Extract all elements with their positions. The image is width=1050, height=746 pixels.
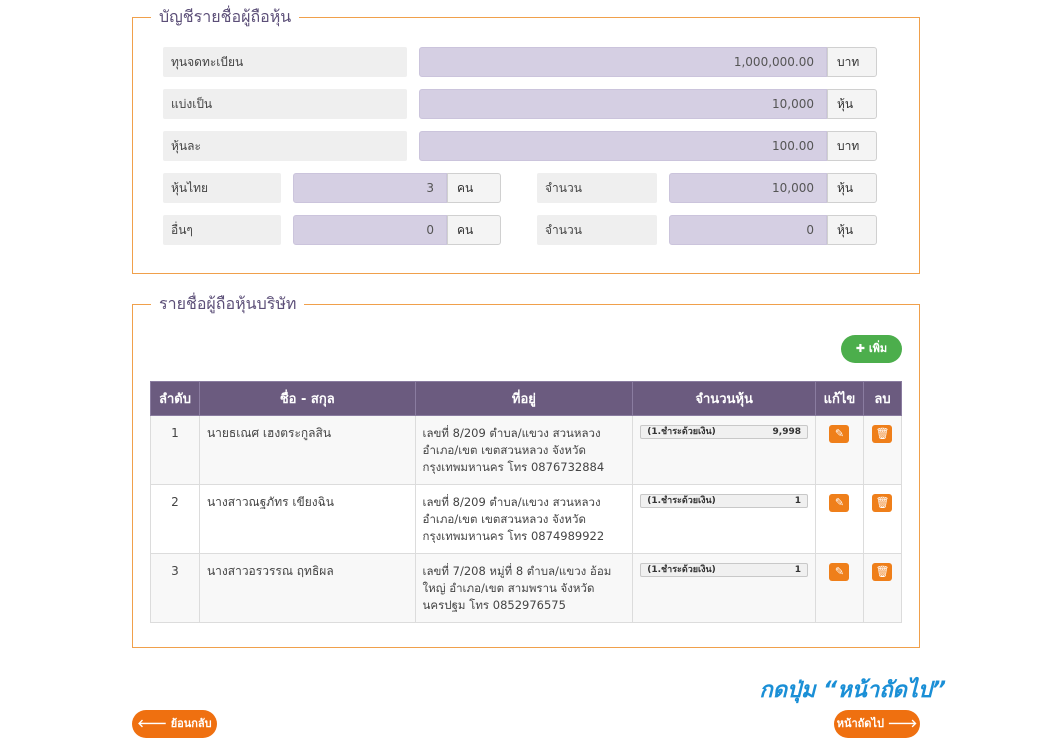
other-amount-label: จำนวน [537, 215, 657, 245]
per-share-field[interactable]: 100.00 [419, 131, 827, 161]
col-name: ชื่อ - สกุล [198, 381, 416, 416]
registered-capital-label: ทุนจดทะเบียน [163, 47, 407, 77]
company-holders-section: รายชื่อผู้ถือหุ้นบริษัท ✚ เพิ่ม ลำดับ ชื… [132, 294, 920, 648]
row-edit-cell: ✎ [815, 415, 864, 485]
thai-amount-unit: หุ้น [827, 173, 877, 203]
plus-icon: ✚ [855, 342, 866, 355]
share-type: (1.ชำระด้วยเงิน) [647, 565, 716, 575]
back-label: ย้อนกลับ [170, 717, 212, 730]
row-delete-cell: 🗑 [862, 484, 903, 554]
back-button[interactable]: 🡐 ย้อนกลับ [132, 710, 217, 738]
share-count: 1 [794, 496, 801, 506]
col-no: ลำดับ [150, 381, 200, 416]
row-address: เลขที่ 8/209 ตำบล/แขวง สวนหลวง อำเภอ/เขต… [414, 484, 634, 554]
divided-into-field[interactable]: 10,000 [419, 89, 827, 119]
share-count: 1 [794, 565, 801, 575]
share-type: (1.ชำระด้วยเงิน) [647, 427, 716, 437]
row-address: เลขที่ 7/208 หมู่ที่ 8 ตำบล/แขวง อ้อมใหญ… [414, 553, 634, 623]
edit-icon[interactable]: ✎ [829, 494, 850, 512]
thai-holders-label: หุ้นไทย [163, 173, 281, 203]
per-share-label: หุ้นละ [163, 131, 407, 161]
col-shares: จำนวนหุ้น [632, 381, 816, 416]
other-holders-field[interactable]: 0 [293, 215, 447, 245]
share-count: 9,998 [772, 427, 801, 437]
registered-capital-unit: บาท [827, 47, 877, 77]
share-box: (1.ชำระด้วยเงิน) 9,998 [640, 425, 808, 439]
next-label: หน้าถัดไป [836, 717, 884, 730]
row-name: นายธเณศ เฮงตระกูลสิน [198, 415, 416, 485]
section-title: รายชื่อผู้ถือหุ้นบริษัท [151, 294, 305, 314]
share-box: (1.ชำระด้วยเงิน) 1 [640, 563, 808, 577]
arrow-right-icon: 🡒 [887, 717, 918, 730]
other-holders-unit: คน [447, 215, 501, 245]
row-shares-cell: (1.ชำระด้วยเงิน) 9,998 [632, 415, 816, 485]
divided-into-unit: หุ้น [827, 89, 877, 119]
row-no: 1 [150, 415, 200, 485]
col-edit: แก้ไข [815, 381, 864, 416]
section-title: บัญชีรายชื่อผู้ถือหุ้น [151, 7, 300, 27]
per-share-unit: บาท [827, 131, 877, 161]
row-no: 2 [150, 484, 200, 554]
row-shares-cell: (1.ชำระด้วยเงิน) 1 [632, 553, 816, 623]
share-type: (1.ชำระด้วยเงิน) [647, 496, 716, 506]
row-delete-cell: 🗑 [862, 553, 903, 623]
shareholder-list-section: บัญชีรายชื่อผู้ถือหุ้น ทุนจดทะเบียน 1,00… [132, 7, 920, 274]
col-delete: ลบ [862, 381, 903, 416]
trash-icon[interactable]: 🗑 [872, 425, 893, 443]
other-holders-label: อื่นๆ [163, 215, 281, 245]
holders-table: ลำดับ ชื่อ - สกุล ที่อยู่ จำนวนหุ้น แก้ไ… [150, 381, 903, 623]
registered-capital-field[interactable]: 1,000,000.00 [419, 47, 827, 77]
thai-amount-field[interactable]: 10,000 [669, 173, 827, 203]
thai-amount-label: จำนวน [537, 173, 657, 203]
edit-icon[interactable]: ✎ [829, 425, 850, 443]
share-box: (1.ชำระด้วยเงิน) 1 [640, 494, 808, 508]
divided-into-label: แบ่งเป็น [163, 89, 407, 119]
row-address: เลขที่ 8/209 ตำบล/แขวง สวนหลวง อำเภอ/เขต… [414, 415, 634, 485]
trash-icon[interactable]: 🗑 [872, 494, 893, 512]
row-name: นางสาวอรวรรณ ฤทธิผล [198, 553, 416, 623]
table-row: 2 นางสาวณฐภัทร เขียงฉิน เลขที่ 8/209 ตำบ… [150, 484, 903, 554]
thai-holders-field[interactable]: 3 [293, 173, 447, 203]
arrow-left-icon: 🡐 [137, 717, 167, 730]
edit-icon[interactable]: ✎ [829, 563, 850, 581]
col-address: ที่อยู่ [414, 381, 634, 416]
add-label: เพิ่ม [868, 342, 888, 355]
table-header-row: ลำดับ ชื่อ - สกุล ที่อยู่ จำนวนหุ้น แก้ไ… [150, 381, 903, 416]
row-name: นางสาวณฐภัทร เขียงฉิน [198, 484, 416, 554]
next-button[interactable]: หน้าถัดไป 🡒 [834, 710, 920, 738]
row-edit-cell: ✎ [815, 553, 864, 623]
other-amount-field[interactable]: 0 [669, 215, 827, 245]
row-shares-cell: (1.ชำระด้วยเงิน) 1 [632, 484, 816, 554]
add-holder-button[interactable]: ✚ เพิ่ม [841, 335, 902, 363]
row-no: 3 [150, 553, 200, 623]
trash-icon[interactable]: 🗑 [872, 563, 893, 581]
table-row: 3 นางสาวอรวรรณ ฤทธิผล เลขที่ 7/208 หมู่ท… [150, 553, 903, 623]
table-row: 1 นายธเณศ เฮงตระกูลสิน เลขที่ 8/209 ตำบล… [150, 415, 903, 485]
row-delete-cell: 🗑 [862, 415, 903, 485]
thai-holders-unit: คน [447, 173, 501, 203]
other-amount-unit: หุ้น [827, 215, 877, 245]
row-edit-cell: ✎ [815, 484, 864, 554]
next-page-hint: กดปุ่ม “หน้าถัดไป” [759, 678, 946, 703]
